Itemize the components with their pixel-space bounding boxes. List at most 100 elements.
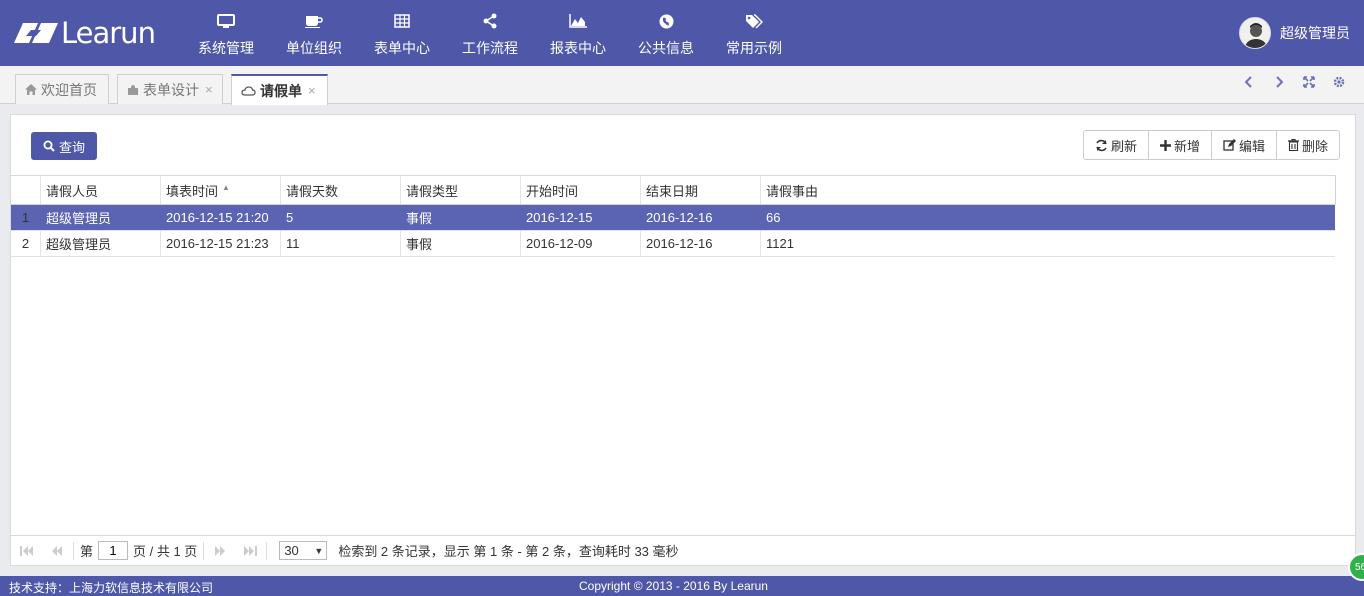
refresh-button[interactable]: 刷新 <box>1084 131 1148 159</box>
row-number: 2 <box>11 231 41 256</box>
tab-form-design[interactable]: 表单设计 × <box>117 74 223 104</box>
avatar[interactable] <box>1239 17 1271 49</box>
fullscreen-icon[interactable] <box>1294 76 1324 88</box>
monitor-icon <box>216 13 236 29</box>
edit-label: 编辑 <box>1238 138 1265 154</box>
table-cell: 1121 <box>766 236 794 251</box>
nav-label: 常用示例 <box>726 40 782 56</box>
nav-label: 报表中心 <box>550 40 606 56</box>
close-icon[interactable]: × <box>308 83 316 98</box>
search-icon <box>43 140 55 152</box>
user-menu[interactable]: 超级管理员 <box>1239 17 1350 49</box>
main-nav: 系统管理 单位组织 表单中心 工作流程 报表中心 公共信息 常用示例 <box>182 0 798 66</box>
row-number: 1 <box>11 205 41 230</box>
caret-down-icon: ▼ <box>314 545 324 556</box>
column-header-label: 填表时间 <box>166 183 219 199</box>
data-grid: 请假人员 填表时间 ▲ 请假天数 请假类型 开始时间 结束日期 请假事由 1 超… <box>11 175 1335 257</box>
page-size-select[interactable]: 30 ▼ <box>279 541 328 560</box>
page-size-value: 30 <box>284 543 299 558</box>
logo-text: Learun <box>61 16 156 50</box>
logo[interactable]: Learun <box>14 16 156 50</box>
delete-button[interactable]: 删除 <box>1275 131 1339 159</box>
row-number-header <box>11 176 41 204</box>
home-icon <box>25 84 37 95</box>
tab-tools <box>1234 76 1354 88</box>
action-toolbar: 刷新 新增 编辑 删除 <box>1082 130 1340 160</box>
pagination-bar: 第 页 / 共 1 页 30 ▼ 检索到 2 条记录，显示 第 1 条 - 第 … <box>11 535 1355 565</box>
table-cell: 超级管理员 <box>41 231 161 256</box>
pager-divider <box>73 541 74 560</box>
grid-scrollbar-track[interactable] <box>1335 175 1355 205</box>
table-cell: 11 <box>281 231 401 256</box>
query-label: 查询 <box>58 139 85 155</box>
tab-home[interactable]: 欢迎首页 <box>15 74 109 104</box>
table-cell: 2016-12-15 <box>521 205 641 230</box>
nav-label: 表单中心 <box>374 40 430 56</box>
table-cell: 2016-12-15 21:23 <box>161 231 281 256</box>
table-cell: 事假 <box>401 205 521 230</box>
tags-icon <box>744 13 764 29</box>
page-prefix: 第 <box>80 544 94 559</box>
refresh-icon <box>1096 139 1107 151</box>
nav-system-management[interactable]: 系统管理 <box>182 0 270 66</box>
first-page-icon[interactable] <box>17 543 37 559</box>
column-header[interactable]: 请假类型 <box>401 176 521 204</box>
nav-label: 单位组织 <box>286 40 342 56</box>
table-cell: 5 <box>281 205 401 230</box>
query-button[interactable]: 查询 <box>31 132 97 160</box>
page-tabs-bar: 欢迎首页 表单设计 × 请假单 × <box>0 66 1364 105</box>
top-navbar: Learun 系统管理 单位组织 表单中心 工作流程 报表中心 公共信息 常用示… <box>0 0 1364 66</box>
table-row[interactable]: 2 超级管理员 2016-12-15 21:23 11 事假 2016-12-0… <box>11 231 1335 257</box>
add-button[interactable]: 新增 <box>1147 131 1211 159</box>
table-cell: 2016-12-16 <box>641 231 761 256</box>
plus-icon <box>1159 139 1171 151</box>
nav-form-center[interactable]: 表单中心 <box>358 0 446 66</box>
column-header[interactable]: 请假事由 <box>761 176 1335 204</box>
prev-page-icon[interactable] <box>47 543 67 559</box>
nav-organization[interactable]: 单位组织 <box>270 0 358 66</box>
share-icon <box>480 13 500 29</box>
close-icon[interactable]: × <box>205 82 213 97</box>
pager-divider <box>266 541 268 560</box>
table-row[interactable]: 1 超级管理员 2016-12-15 21:20 5 事假 2016-12-15… <box>11 205 1335 231</box>
tab-label: 请假单 <box>260 82 302 99</box>
delete-label: 删除 <box>1301 138 1328 154</box>
nav-workflow[interactable]: 工作流程 <box>446 0 534 66</box>
nav-common-examples[interactable]: 常用示例 <box>710 0 798 66</box>
column-header[interactable]: 开始时间 <box>521 176 641 204</box>
column-header[interactable]: 结束日期 <box>641 176 761 204</box>
table-cell: 事假 <box>401 231 521 256</box>
sort-asc-icon[interactable]: ▲ <box>222 183 230 192</box>
refresh-label: 刷新 <box>1110 138 1137 154</box>
pager-divider <box>203 541 205 560</box>
next-page-icon[interactable] <box>210 543 230 559</box>
nav-label: 工作流程 <box>462 40 518 56</box>
page-total: 页 / 共 1 页 <box>133 544 198 559</box>
area-chart-icon <box>568 13 588 29</box>
gear-icon[interactable] <box>1324 76 1354 88</box>
tab-leave-form[interactable]: 请假单 × <box>231 74 328 105</box>
nav-label: 公共信息 <box>638 40 694 56</box>
tab-label: 表单设计 <box>143 81 199 98</box>
puzzle-icon <box>127 84 139 96</box>
chevron-left-icon[interactable] <box>1234 76 1264 88</box>
footer-bar: 技术支持：上海力软信息技术有限公司 Copyright © 2013 - 201… <box>0 576 1364 596</box>
chevron-right-icon[interactable] <box>1264 76 1294 88</box>
last-page-icon[interactable] <box>240 543 260 559</box>
globe-icon <box>656 13 676 29</box>
coffee-icon <box>304 13 324 29</box>
column-header-sorted[interactable]: 填表时间 ▲ <box>161 176 281 204</box>
nav-public-info[interactable]: 公共信息 <box>622 0 710 66</box>
copyright-text: Copyright © 2013 - 2016 By Learun <box>579 579 768 593</box>
table-cell: 2016-12-16 <box>641 205 761 230</box>
grid-header-row: 请假人员 填表时间 ▲ 请假天数 请假类型 开始时间 结束日期 请假事由 <box>11 176 1335 205</box>
table-icon <box>392 13 412 29</box>
column-header[interactable]: 请假人员 <box>41 176 161 204</box>
page-number-input[interactable] <box>98 541 129 560</box>
edit-button[interactable]: 编辑 <box>1210 131 1276 159</box>
nav-report-center[interactable]: 报表中心 <box>534 0 622 66</box>
column-header[interactable]: 请假天数 <box>281 176 401 204</box>
trash-icon <box>1287 139 1299 151</box>
table-cell: 超级管理员 <box>41 205 161 230</box>
table-cell: 2016-12-15 21:20 <box>161 205 281 230</box>
